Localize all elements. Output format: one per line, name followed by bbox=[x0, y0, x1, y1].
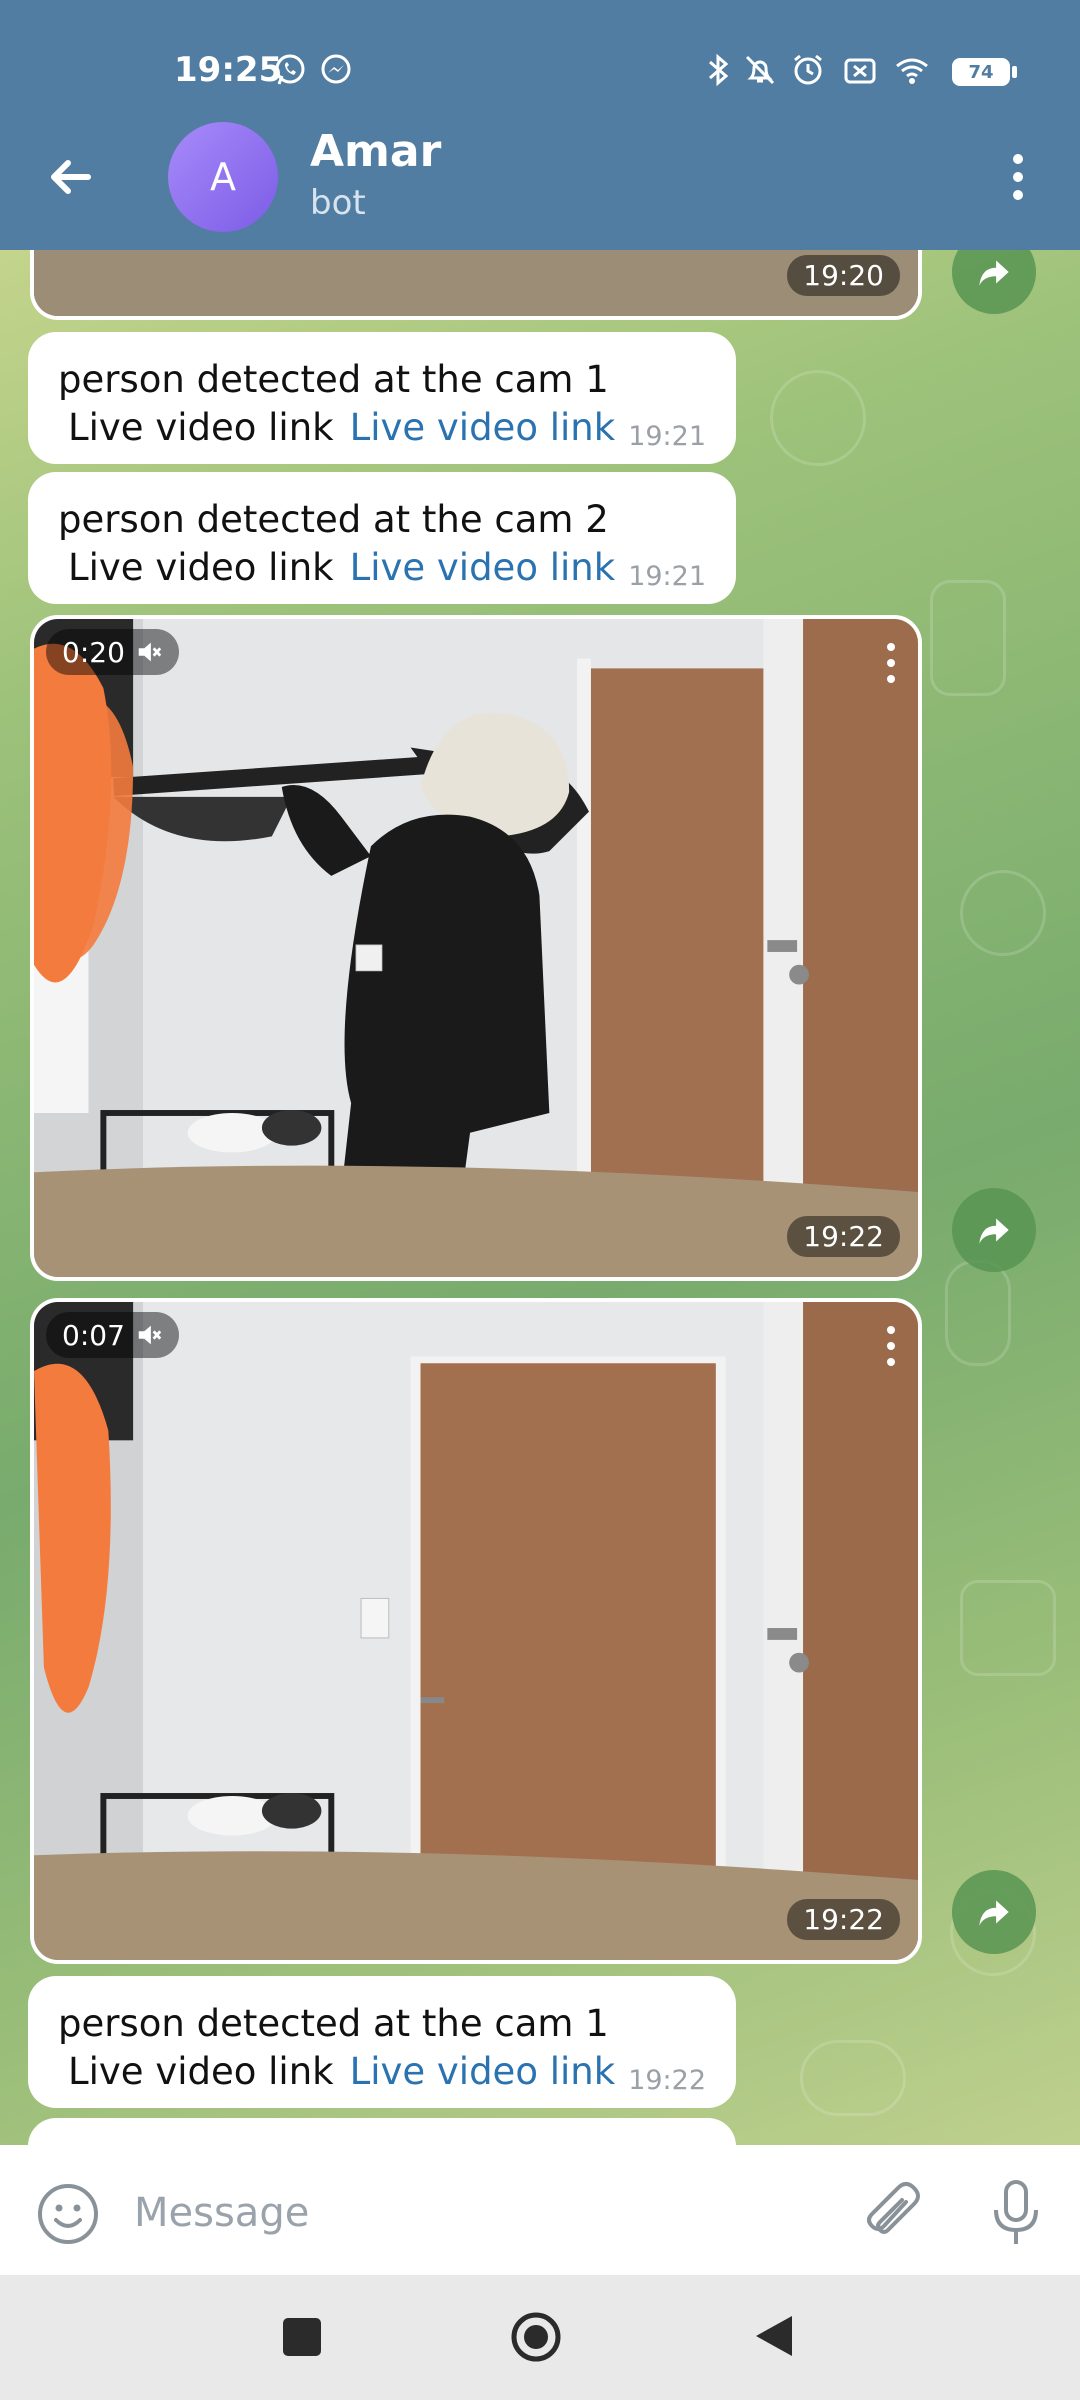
wallpaper-doodle bbox=[960, 1580, 1056, 1676]
back-button[interactable] bbox=[40, 145, 104, 209]
message-text: person detected at the cam 1 bbox=[58, 2002, 609, 2045]
microphone-icon bbox=[994, 2180, 1038, 2244]
message-text: Live video link bbox=[68, 2050, 334, 2093]
video-thumbnail bbox=[34, 1302, 918, 1960]
video-duration: 0:20 bbox=[62, 635, 125, 669]
live-video-link[interactable]: Live video link bbox=[350, 546, 616, 589]
muted-speaker-icon[interactable] bbox=[135, 638, 163, 666]
message-time: 19:22 bbox=[787, 1899, 900, 1940]
alarm-icon bbox=[790, 52, 826, 88]
home-circle-icon bbox=[511, 2312, 561, 2362]
message-text: Live video link bbox=[68, 546, 334, 589]
video-menu-icon[interactable] bbox=[884, 641, 898, 685]
wallpaper-doodle bbox=[770, 370, 866, 466]
share-button[interactable] bbox=[952, 250, 1036, 314]
video-message[interactable]: 19:20 bbox=[30, 250, 922, 320]
mic-button[interactable] bbox=[988, 2178, 1044, 2250]
share-icon bbox=[979, 1218, 1009, 1244]
wallpaper-doodle bbox=[800, 2040, 906, 2116]
attach-button[interactable] bbox=[862, 2180, 924, 2246]
whatsapp-icon bbox=[272, 52, 308, 88]
wallpaper-doodle bbox=[930, 580, 1006, 696]
battery-tip bbox=[1012, 66, 1017, 78]
share-icon bbox=[979, 1900, 1009, 1926]
live-video-link[interactable]: Live video link bbox=[350, 406, 616, 449]
home-button[interactable] bbox=[510, 2311, 562, 2363]
video-duration: 0:07 bbox=[62, 1318, 125, 1352]
messenger-icon bbox=[318, 52, 354, 88]
video-message[interactable]: 0:20 19:22 bbox=[30, 615, 922, 1281]
share-button[interactable] bbox=[952, 1188, 1036, 1272]
message-time: 19:22 bbox=[787, 1216, 900, 1257]
text-message[interactable]: person detected at the cam 2 Live video … bbox=[28, 472, 736, 604]
nav-back-button[interactable] bbox=[752, 2313, 794, 2359]
more-options-button[interactable] bbox=[998, 145, 1038, 209]
live-video-link[interactable]: Live video link bbox=[350, 2050, 616, 2093]
wallpaper-doodle bbox=[960, 870, 1046, 956]
video-message[interactable]: 0:07 19:22 bbox=[30, 1298, 922, 1964]
message-time: 19:21 bbox=[628, 421, 706, 452]
battery-icon: 74 bbox=[952, 58, 1010, 86]
paperclip-icon bbox=[867, 2182, 920, 2234]
video-thumbnail bbox=[34, 250, 918, 316]
video-duration-badge: 0:20 bbox=[46, 629, 179, 675]
text-message-partial[interactable] bbox=[28, 2118, 736, 2145]
text-message[interactable]: person detected at the cam 1 Live video … bbox=[28, 1976, 736, 2108]
chat-header: 19:25 74 A Amar bot bbox=[0, 0, 1080, 250]
message-text-line2: Live video link Live video link bbox=[58, 2048, 706, 2096]
message-text-line2: Live video link Live video link bbox=[58, 544, 706, 592]
message-time: 19:22 bbox=[628, 2065, 706, 2096]
back-triangle-icon bbox=[756, 2316, 792, 2356]
status-time: 19:25 bbox=[174, 50, 283, 90]
bluetooth-icon bbox=[700, 52, 736, 88]
message-time: 19:21 bbox=[628, 561, 706, 592]
message-text: person detected at the cam 1 bbox=[58, 358, 609, 401]
video-duration-badge: 0:07 bbox=[46, 1312, 179, 1358]
recents-button[interactable] bbox=[283, 2318, 321, 2356]
message-input[interactable] bbox=[132, 2178, 836, 2248]
share-icon bbox=[979, 260, 1009, 286]
no-sim-icon bbox=[842, 52, 878, 88]
message-text-line2: Live video link Live video link bbox=[58, 404, 706, 452]
smiley-icon bbox=[38, 2184, 98, 2244]
wifi-icon bbox=[894, 52, 930, 88]
text-message[interactable]: person detected at the cam 1 Live video … bbox=[28, 332, 736, 464]
message-time: 19:20 bbox=[787, 255, 900, 296]
muted-bell-icon bbox=[742, 52, 778, 88]
chat-area[interactable]: 19:20 person detected at the cam 1 Live … bbox=[0, 250, 1080, 2145]
chat-title[interactable]: Amar bbox=[310, 126, 441, 177]
share-button[interactable] bbox=[952, 1870, 1036, 1954]
avatar[interactable]: A bbox=[168, 122, 278, 232]
chat-subtitle: bot bbox=[310, 183, 366, 223]
video-menu-icon[interactable] bbox=[884, 1324, 898, 1368]
video-thumbnail bbox=[34, 619, 918, 1277]
message-text: Live video link bbox=[68, 406, 334, 449]
emoji-button[interactable] bbox=[36, 2182, 100, 2246]
muted-speaker-icon[interactable] bbox=[135, 1321, 163, 1349]
message-text: person detected at the cam 2 bbox=[58, 498, 609, 541]
wallpaper-doodle bbox=[945, 1260, 1011, 1366]
